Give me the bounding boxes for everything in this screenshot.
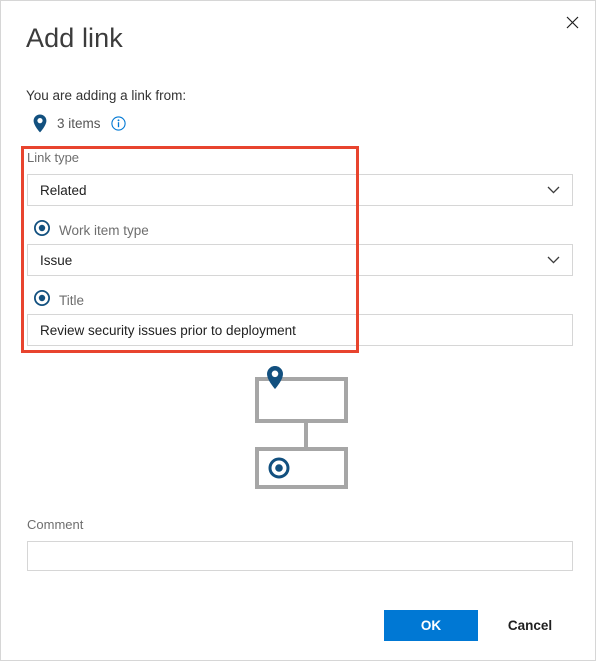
close-button[interactable] xyxy=(553,5,591,39)
add-link-dialog: Add link You are adding a link from: 3 i… xyxy=(0,0,596,661)
page-title: Add link xyxy=(26,23,123,53)
info-icon[interactable] xyxy=(110,115,126,131)
ok-button[interactable]: OK xyxy=(384,610,478,641)
title-radio[interactable]: Title xyxy=(34,289,85,311)
work-item-type-label: Work item type xyxy=(59,222,149,238)
link-type-value: Related xyxy=(40,182,87,198)
cancel-button[interactable]: Cancel xyxy=(498,610,562,641)
chevron-down-icon[interactable] xyxy=(547,256,560,264)
radio-selected-icon xyxy=(34,219,50,241)
map-pin-icon xyxy=(31,114,49,133)
title-label: Title xyxy=(59,292,85,308)
title-input[interactable]: Review security issues prior to deployme… xyxy=(27,314,573,346)
source-items-row: 3 items xyxy=(31,112,126,134)
work-item-type-dropdown[interactable]: Issue xyxy=(27,244,573,276)
work-item-type-radio[interactable]: Work item type xyxy=(34,219,149,241)
chevron-down-icon[interactable] xyxy=(547,186,560,194)
link-type-label: Link type xyxy=(27,150,80,165)
link-type-dropdown[interactable]: Related xyxy=(27,174,573,206)
work-item-type-value: Issue xyxy=(40,252,73,268)
source-description: You are adding a link from: xyxy=(26,88,187,103)
close-icon xyxy=(566,16,579,29)
comment-label: Comment xyxy=(27,517,84,532)
radio-selected-icon xyxy=(34,289,50,311)
items-count-label: 3 items xyxy=(57,115,101,131)
comment-input[interactable] xyxy=(27,541,573,571)
title-value: Review security issues prior to deployme… xyxy=(40,322,296,338)
link-relationship-diagram xyxy=(251,364,361,494)
